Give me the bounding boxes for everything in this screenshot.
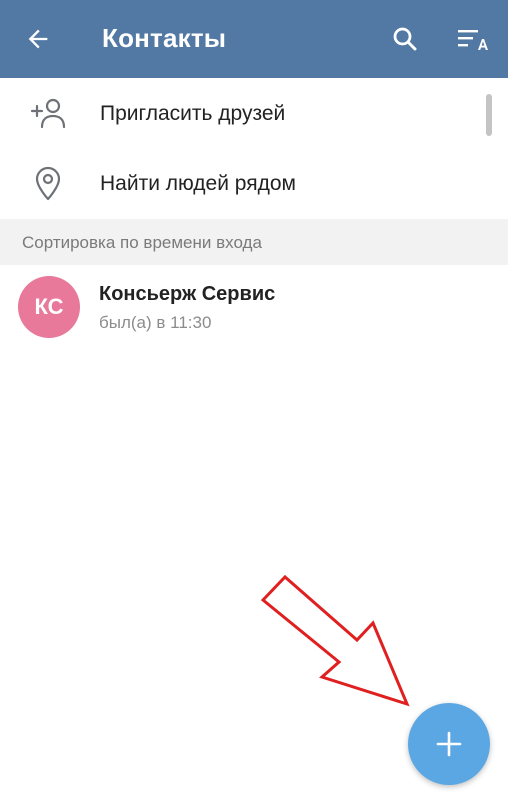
find-nearby-row[interactable]: Найти людей рядом <box>0 149 508 219</box>
red-arrow-icon <box>260 574 410 707</box>
search-icon <box>393 27 417 51</box>
add-person-icon <box>26 92 70 136</box>
sort-alpha-icon <box>458 30 488 50</box>
section-header-label: Сортировка по времени входа <box>22 233 262 252</box>
avatar-initials: КС <box>34 294 64 319</box>
contact-name: Консьерж Сервис <box>99 283 276 305</box>
back-button[interactable] <box>16 17 60 61</box>
contacts-screen: Контакты Пригласить друзей Найти людей р… <box>0 0 508 800</box>
arrow-left-icon <box>28 29 48 49</box>
contact-row[interactable]: КС Консьерж Сервис был(а) в 11:30 <box>0 266 508 348</box>
plus-icon <box>436 731 462 757</box>
app-bar: Контакты <box>0 0 508 78</box>
invite-friends-label: Пригласить друзей <box>100 102 286 125</box>
location-pin-icon <box>26 162 70 206</box>
contact-status: был(а) в 11:30 <box>99 313 212 332</box>
invite-friends-row[interactable]: Пригласить друзей <box>0 79 508 149</box>
avatar: КС <box>18 276 80 338</box>
sort-section-header: Сортировка по времени входа <box>0 219 508 265</box>
find-nearby-label: Найти людей рядом <box>100 172 296 195</box>
page-title: Контакты <box>102 23 227 53</box>
scrollbar[interactable] <box>486 94 492 136</box>
add-contact-button[interactable] <box>408 703 490 785</box>
search-button[interactable] <box>383 17 427 61</box>
sort-button[interactable] <box>451 17 495 61</box>
